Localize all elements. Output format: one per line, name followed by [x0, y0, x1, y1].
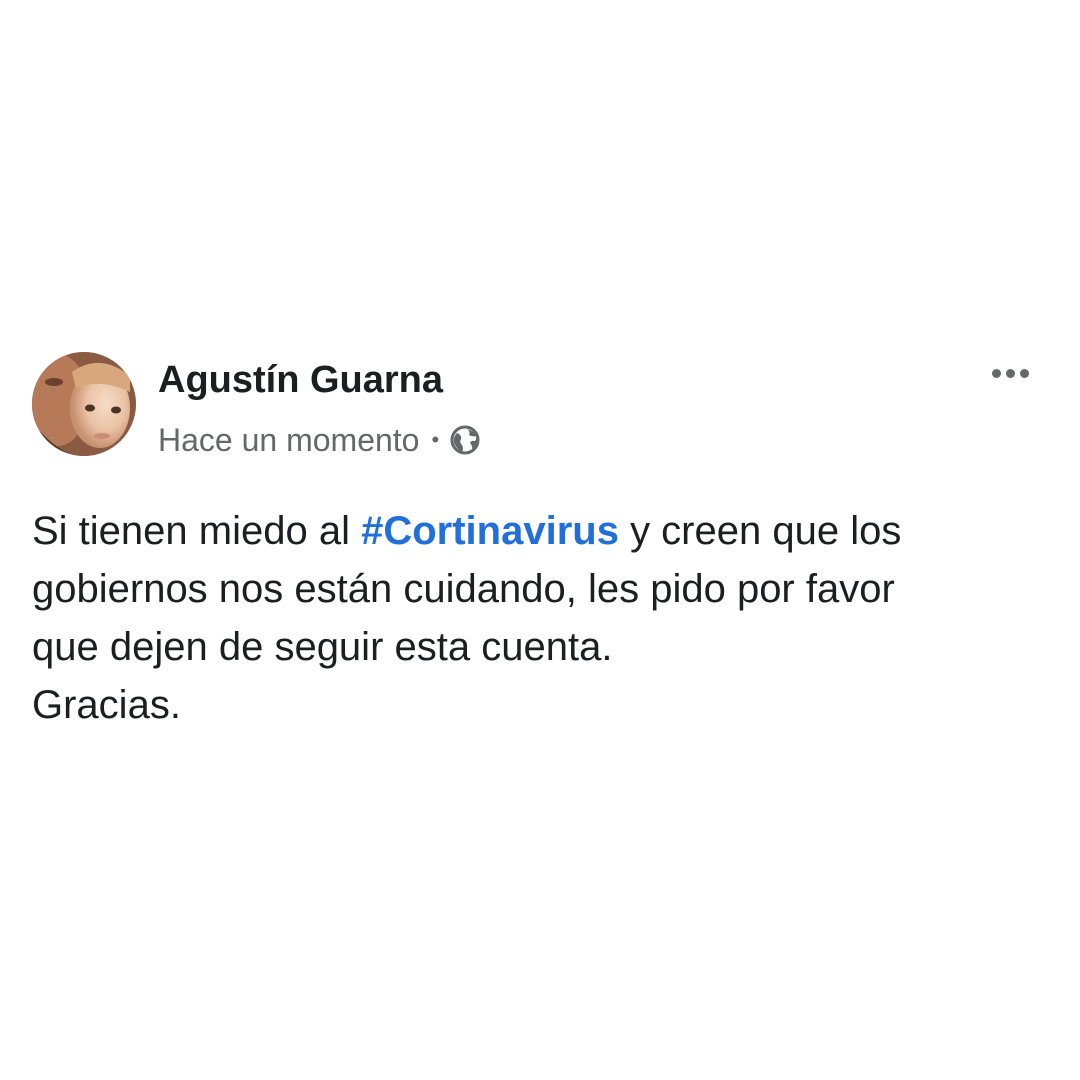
post-text-line-3: que dejen de seguir esta cuenta.: [32, 625, 613, 669]
post-text-segment: Si tienen miedo al: [32, 509, 362, 553]
facebook-post: Agustín Guarna Hace un momento • Si tien…: [0, 0, 1080, 1080]
hashtag-link[interactable]: #Cortinavirus: [361, 509, 619, 553]
post-body: Si tienen miedo al #Cortinavirus y creen…: [32, 502, 1052, 734]
post-text-line-1: Si tienen miedo al #Cortinavirus y creen…: [32, 502, 1052, 560]
post-meta: Hace un momento •: [158, 418, 481, 462]
more-options-button[interactable]: [984, 358, 1036, 388]
post-timestamp[interactable]: Hace un momento: [158, 422, 419, 459]
meta-separator: •: [431, 427, 440, 452]
post-text-line-4: Gracias.: [32, 683, 181, 727]
post-text-line-2: gobiernos nos están cuidando, les pido p…: [32, 567, 895, 611]
author-avatar[interactable]: [32, 352, 136, 456]
avatar-photo: [32, 352, 136, 456]
post-text-segment: y creen que los: [618, 509, 902, 553]
globe-icon[interactable]: [449, 424, 481, 456]
more-options-icon: [991, 368, 1001, 378]
author-name[interactable]: Agustín Guarna: [158, 356, 443, 404]
